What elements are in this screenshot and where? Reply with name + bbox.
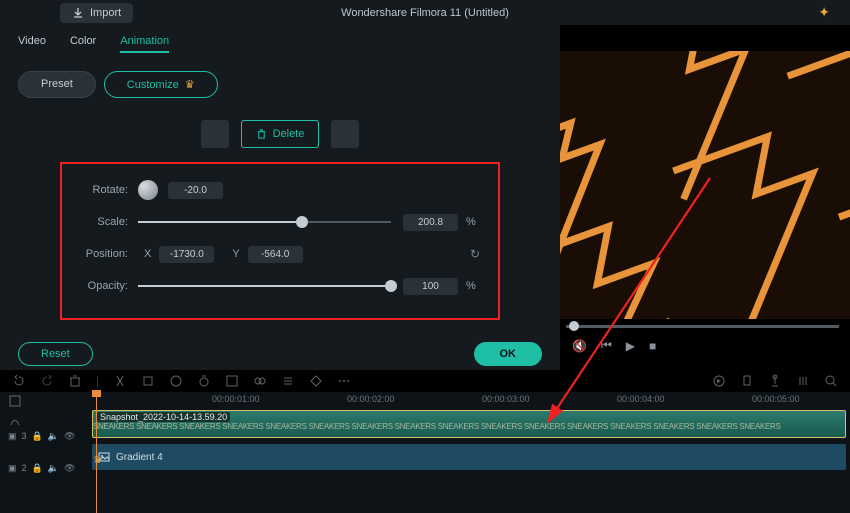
- split-icon[interactable]: [113, 374, 127, 388]
- position-x-label: X: [138, 248, 159, 260]
- position-y-label: Y: [214, 248, 247, 260]
- trash-icon: [256, 129, 267, 140]
- scale-unit: %: [458, 216, 480, 228]
- mask-icon[interactable]: [253, 374, 267, 388]
- play-icon[interactable]: ▶: [626, 339, 635, 353]
- speed-icon[interactable]: [169, 374, 183, 388]
- mute-icon[interactable]: 🔇: [572, 339, 587, 353]
- opacity-label: Opacity:: [80, 280, 138, 292]
- list-icon[interactable]: [281, 374, 295, 388]
- marker-icon[interactable]: [740, 374, 754, 388]
- tips-icon[interactable]: ✦: [818, 4, 830, 21]
- clip-label: Snapshot_2022-10-14-13.59.20: [97, 412, 230, 422]
- playhead[interactable]: [96, 392, 97, 513]
- preview-canvas[interactable]: [560, 51, 850, 319]
- lock-icon[interactable]: 🔒: [32, 431, 43, 442]
- timer-icon[interactable]: [197, 374, 211, 388]
- record-icon[interactable]: [768, 374, 782, 388]
- mute-track-icon[interactable]: 🔈: [48, 463, 59, 474]
- hide-track-icon[interactable]: 👁: [64, 431, 75, 442]
- ruler-tick: 00:00:01:00: [212, 394, 260, 404]
- next-keyframe-button[interactable]: [331, 120, 359, 148]
- rotate-dial[interactable]: [138, 180, 158, 200]
- track-type-icon: ▣: [8, 431, 17, 442]
- crop-icon[interactable]: [141, 374, 155, 388]
- ruler-tick: 00:00:03:00: [482, 394, 530, 404]
- position-reset-icon[interactable]: ↻: [470, 247, 480, 261]
- track-number: 3: [22, 431, 27, 441]
- mixer-icon[interactable]: [796, 374, 810, 388]
- rotate-value[interactable]: -20.0: [168, 182, 223, 199]
- mute-track-icon[interactable]: 🔈: [48, 431, 59, 442]
- import-button[interactable]: Import: [60, 3, 133, 23]
- tab-color[interactable]: Color: [70, 35, 96, 53]
- render-icon[interactable]: [712, 374, 726, 388]
- prev-keyframe-button[interactable]: [201, 120, 229, 148]
- delete-button[interactable]: Delete: [241, 120, 320, 148]
- delete-label: Delete: [273, 128, 305, 140]
- step-back-icon[interactable]: ⏮: [601, 338, 612, 353]
- clip-label: Gradient 4: [116, 452, 163, 463]
- position-label: Position:: [80, 248, 138, 260]
- track-number: 2: [22, 463, 27, 473]
- scrub-bar[interactable]: [566, 325, 839, 328]
- transform-controls: Rotate: -20.0 Scale: 200.8 % Position: X…: [60, 162, 500, 320]
- premium-clip-icon: ♛: [93, 455, 102, 466]
- tab-video[interactable]: Video: [18, 35, 46, 53]
- position-x-value[interactable]: -1730.0: [159, 246, 214, 263]
- crown-icon: ♛: [185, 78, 195, 91]
- ruler-tick: 00:00:04:00: [617, 394, 665, 404]
- app-title: Wondershare Filmora 11 (Untitled): [341, 7, 509, 19]
- undo-icon[interactable]: [12, 374, 26, 388]
- time-ruler[interactable]: 00:00:01:00 00:00:02:00 00:00:03:00 00:0…: [92, 392, 850, 408]
- ruler-tick: 00:00:05:00: [752, 394, 800, 404]
- delete-icon[interactable]: [68, 374, 82, 388]
- scale-label: Scale:: [80, 216, 138, 228]
- opacity-unit: %: [458, 280, 480, 292]
- import-icon: [72, 7, 84, 19]
- track-adjust-icon[interactable]: [8, 414, 22, 428]
- ok-button[interactable]: OK: [474, 342, 543, 366]
- rotate-label: Rotate:: [80, 184, 138, 196]
- hide-track-icon[interactable]: 👁: [64, 463, 75, 474]
- stop-icon[interactable]: ■: [649, 339, 656, 353]
- video-clip-gradient[interactable]: Gradient 4: [92, 444, 846, 470]
- customize-label: Customize: [127, 79, 179, 91]
- track-type-icon: ▣: [8, 463, 17, 474]
- reset-button[interactable]: Reset: [18, 342, 93, 366]
- color-icon[interactable]: [225, 374, 239, 388]
- zoom-icon[interactable]: [824, 374, 838, 388]
- position-y-value[interactable]: -564.0: [248, 246, 303, 263]
- ruler-tick: 00:00:02:00: [347, 394, 395, 404]
- preset-pill[interactable]: Preset: [18, 71, 96, 98]
- redo-icon[interactable]: [40, 374, 54, 388]
- track-manage-icon[interactable]: [8, 394, 22, 408]
- more-icon[interactable]: [337, 374, 351, 388]
- video-clip-snapshot[interactable]: Snapshot_2022-10-14-13.59.20 SNEAKERS SN…: [92, 410, 846, 438]
- opacity-value[interactable]: 100: [403, 278, 458, 295]
- customize-pill[interactable]: Customize ♛: [104, 71, 218, 98]
- tab-animation[interactable]: Animation: [120, 35, 169, 53]
- scale-value[interactable]: 200.8: [403, 214, 458, 231]
- keyframe-icon[interactable]: [309, 374, 323, 388]
- scale-slider[interactable]: [138, 221, 391, 223]
- import-label: Import: [90, 7, 121, 19]
- opacity-slider[interactable]: [138, 285, 391, 287]
- lock-icon[interactable]: 🔒: [32, 463, 43, 474]
